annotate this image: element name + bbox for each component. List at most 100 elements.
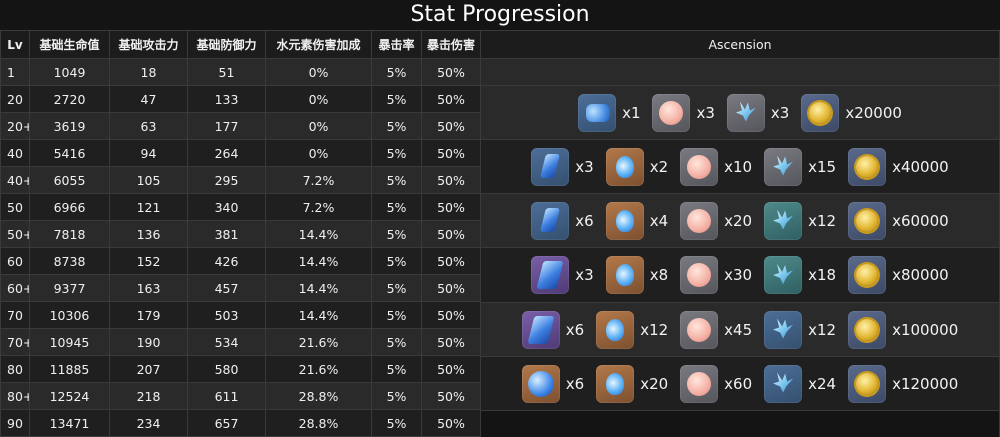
water-drop-icon <box>605 201 644 240</box>
table-cell: 70+ <box>0 328 30 356</box>
table-cell: 426 <box>187 247 266 275</box>
ascension-material: x60000 <box>848 201 949 240</box>
table-cell: 381 <box>187 220 266 248</box>
table-cell: 14.4% <box>265 301 372 329</box>
ascension-material: x20 <box>596 364 668 403</box>
ascension-material: x30 <box>680 256 752 294</box>
pearl-icon <box>680 201 719 240</box>
col-level: Lv <box>0 30 30 59</box>
material-quantity: x6 <box>575 211 594 230</box>
ascension-material: x20000 <box>801 93 902 132</box>
material-quantity: x60000 <box>892 211 949 230</box>
table-cell: 340 <box>187 193 266 221</box>
table-cell: 611 <box>187 382 266 410</box>
table-cell: 50% <box>421 193 481 221</box>
table-cell: 50% <box>421 328 481 356</box>
table-cell: 50% <box>421 85 481 113</box>
material-quantity: x60 <box>724 374 753 393</box>
table-row: 40 5416 94 264 0% 5% 50% <box>0 139 481 167</box>
table-cell: 21.6% <box>265 328 372 356</box>
ascension-material: x15 <box>764 147 836 186</box>
ascension-material: x100000 <box>848 310 958 349</box>
water-drop-icon <box>605 256 644 294</box>
table-cell: 1 <box>0 58 30 86</box>
table-row: 60 8738 152 426 14.4% 5% 50% <box>0 247 481 275</box>
ascension-phase-row: x6 x4 x20 x12 x60000 <box>481 194 999 248</box>
table-cell: 14.4% <box>265 274 372 302</box>
table-cell: 9377 <box>29 274 110 302</box>
table-cell: 5% <box>371 85 422 113</box>
table-cell: 90 <box>0 409 30 437</box>
ascension-material: x120000 <box>848 364 958 403</box>
ascension-phase-row: x1 x3 x3 x20000 <box>481 86 999 140</box>
ascension-row-empty <box>481 59 999 86</box>
table-cell: 10945 <box>29 328 110 356</box>
ascension-material: x18 <box>764 256 836 294</box>
table-cell: 580 <box>187 355 266 383</box>
mora-coin-icon <box>848 310 887 349</box>
table-cell: 50% <box>421 112 481 140</box>
ascension-material: x20 <box>680 201 752 240</box>
table-cell: 20+ <box>0 112 30 140</box>
hydro-fragment-icon <box>531 201 570 240</box>
table-row: 70 10306 179 503 14.4% 5% 50% <box>0 301 481 329</box>
shard-icon <box>726 93 765 132</box>
ascension-material: x80000 <box>848 256 949 294</box>
ascension-header: Ascension <box>481 31 999 59</box>
crystal-shard-icon <box>764 201 803 240</box>
hydro-chunk-icon <box>531 256 570 294</box>
table-cell: 50% <box>421 220 481 248</box>
table-cell: 51 <box>187 58 266 86</box>
table-cell: 7.2% <box>265 193 372 221</box>
stat-table: Lv 基础生命值 基础攻击力 基础防御力 水元素伤害加成 暴击率 暴击伤害 11… <box>0 30 481 437</box>
table-cell: 14.4% <box>265 220 372 248</box>
table-cell: 0% <box>265 112 372 140</box>
table-cell: 20 <box>0 85 30 113</box>
material-quantity: x10 <box>724 157 753 176</box>
prism-shard-icon <box>764 364 803 403</box>
ascension-material: x6 <box>531 201 594 240</box>
table-cell: 40+ <box>0 166 30 194</box>
table-cell: 234 <box>109 409 188 437</box>
ascension-material: x45 <box>680 310 752 349</box>
table-cell: 40 <box>0 139 30 167</box>
table-cell: 503 <box>187 301 266 329</box>
ascension-material: x10 <box>680 147 753 186</box>
table-cell: 136 <box>109 220 188 248</box>
mora-coin-icon <box>801 93 840 132</box>
ascension-material: x3 <box>531 256 594 294</box>
table-cell: 5% <box>371 409 422 437</box>
material-quantity: x8 <box>649 266 669 284</box>
table-cell: 47 <box>109 85 188 113</box>
material-quantity: x2 <box>649 157 669 176</box>
material-quantity: x3 <box>770 103 790 122</box>
material-quantity: x12 <box>808 211 837 230</box>
material-quantity: x12 <box>640 320 669 339</box>
material-quantity: x1 <box>622 103 641 122</box>
table-cell: 2720 <box>29 85 110 113</box>
crystal-shard-icon <box>764 256 803 294</box>
table-row: 1 1049 18 51 0% 5% 50% <box>0 58 481 86</box>
table-cell: 50% <box>421 247 481 275</box>
ascension-material: x3 <box>531 147 594 186</box>
table-cell: 13471 <box>29 409 110 437</box>
table-cell: 50% <box>421 58 481 86</box>
table-cell: 7818 <box>29 220 110 248</box>
ascension-material: x40000 <box>848 147 949 186</box>
col-crit-dmg: 暴击伤害 <box>421 30 481 59</box>
material-quantity: x24 <box>808 374 837 393</box>
table-row: 50 6966 121 340 7.2% 5% 50% <box>0 193 481 221</box>
table-cell: 63 <box>109 112 188 140</box>
table-cell: 5% <box>371 355 422 383</box>
ascension-phase-row: x3 x2 x10 x15 x40000 <box>481 140 999 194</box>
ascension-panel: Ascension x1 x3 x3 x20000 x3 x2 x10 x15 x40000 x6… <box>481 30 1000 437</box>
table-cell: 12524 <box>29 382 110 410</box>
table-cell: 7.2% <box>265 166 372 194</box>
material-quantity: x6 <box>565 374 585 393</box>
table-cell: 50 <box>0 193 30 221</box>
table-cell: 5% <box>371 58 422 86</box>
table-cell: 5% <box>371 328 422 356</box>
table-row: 60+937716345714.4%5%50% <box>0 274 481 302</box>
stat-table-header: Lv 基础生命值 基础攻击力 基础防御力 水元素伤害加成 暴击率 暴击伤害 <box>0 30 481 59</box>
shard-icon <box>764 147 803 186</box>
